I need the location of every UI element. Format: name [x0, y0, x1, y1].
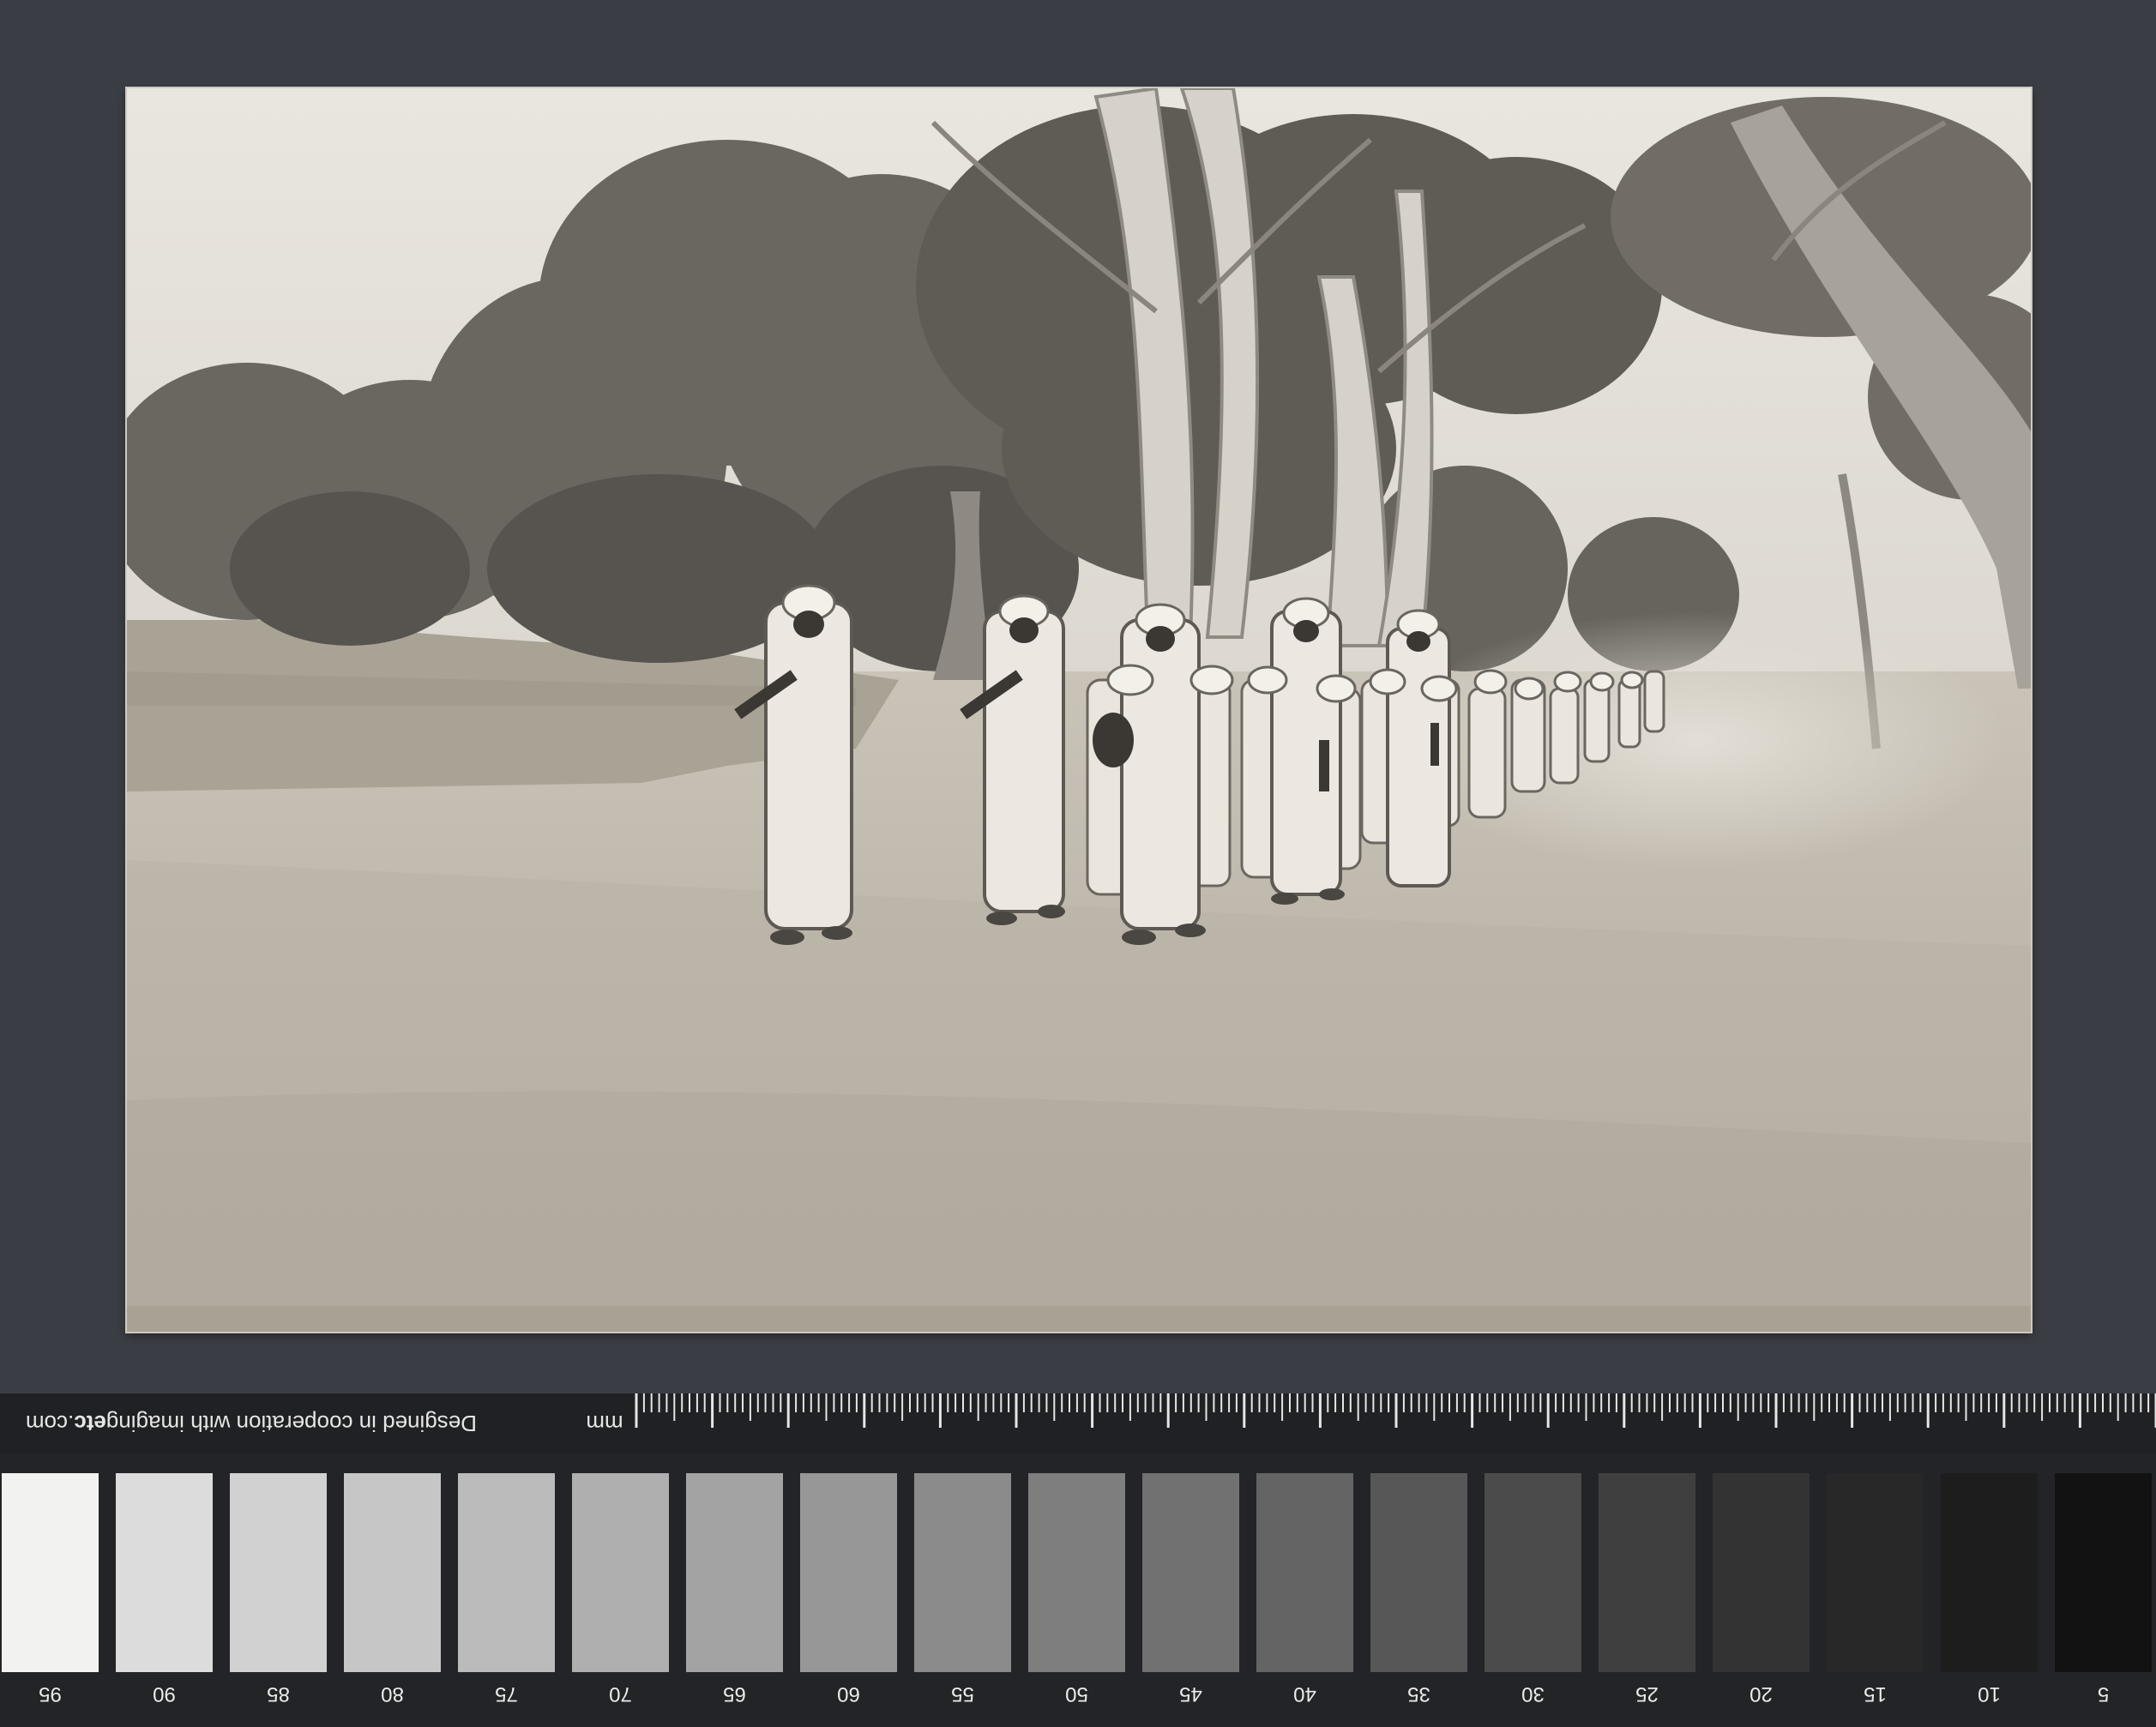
patch-number: 95: [39, 1682, 62, 1706]
mm-label: mm: [586, 1411, 623, 1436]
patch-number: 45: [1179, 1682, 1202, 1706]
patch-number: 80: [381, 1682, 404, 1706]
credit-suffix: .com: [25, 1411, 75, 1436]
patch-number: 5: [2097, 1682, 2110, 1706]
patch-number: 15: [1864, 1682, 1887, 1706]
gray-patch: [800, 1473, 897, 1672]
patch-number: 60: [837, 1682, 860, 1706]
gray-patch: [2055, 1473, 2152, 1672]
color-target: Desgined in cooperation with imagingetc.…: [0, 1393, 2156, 1727]
patch-number: 55: [951, 1682, 974, 1706]
gray-patch: [686, 1473, 783, 1672]
gray-patch: [572, 1473, 669, 1672]
credit-prefix: Desgined in cooperation with imaging: [105, 1411, 477, 1436]
photo-scene: [127, 88, 2031, 1332]
gray-patch: [1256, 1473, 1353, 1672]
gray-patch: [1142, 1473, 1239, 1672]
patch-number: 30: [1521, 1682, 1545, 1706]
patch-number: 35: [1407, 1682, 1430, 1706]
credit-text: Desgined in cooperation with imagingetc.…: [0, 1409, 477, 1438]
gray-scale-patches: 95 90 85 80 75 70 65 60 55 50 45 40 35 30 25 20 15 10 5: [0, 1453, 2156, 1727]
gray-patch: [1370, 1473, 1467, 1672]
patch-number: 40: [1293, 1682, 1316, 1706]
gray-patch: [1485, 1473, 1581, 1672]
patch-number: 50: [1065, 1682, 1088, 1706]
gray-patch: [116, 1473, 213, 1672]
patch-number: 10: [1978, 1682, 2001, 1706]
patch-number: 70: [609, 1682, 632, 1706]
photograph: [127, 88, 2031, 1332]
mount-board: [0, 0, 2156, 1393]
credit-bold: etc: [74, 1411, 106, 1436]
gray-patch: [1827, 1473, 1924, 1672]
gray-patch: [1713, 1473, 1810, 1672]
patch-number: 85: [267, 1682, 290, 1706]
patch-number: 90: [153, 1682, 176, 1706]
patch-number: 75: [495, 1682, 518, 1706]
gray-patch: [344, 1473, 441, 1672]
gray-patch: [230, 1473, 327, 1672]
patch-number: 65: [723, 1682, 746, 1706]
gray-patch: [1028, 1473, 1125, 1672]
ruler-strip: Desgined in cooperation with imagingetc.…: [0, 1393, 2156, 1453]
gray-patch: [914, 1473, 1011, 1672]
patch-number: 25: [1635, 1682, 1659, 1706]
gray-patch: [1941, 1473, 2038, 1672]
gray-patch: [1599, 1473, 1695, 1672]
patch-number: 20: [1749, 1682, 1773, 1706]
gray-patch: [2, 1473, 99, 1672]
gray-patch: [458, 1473, 555, 1672]
